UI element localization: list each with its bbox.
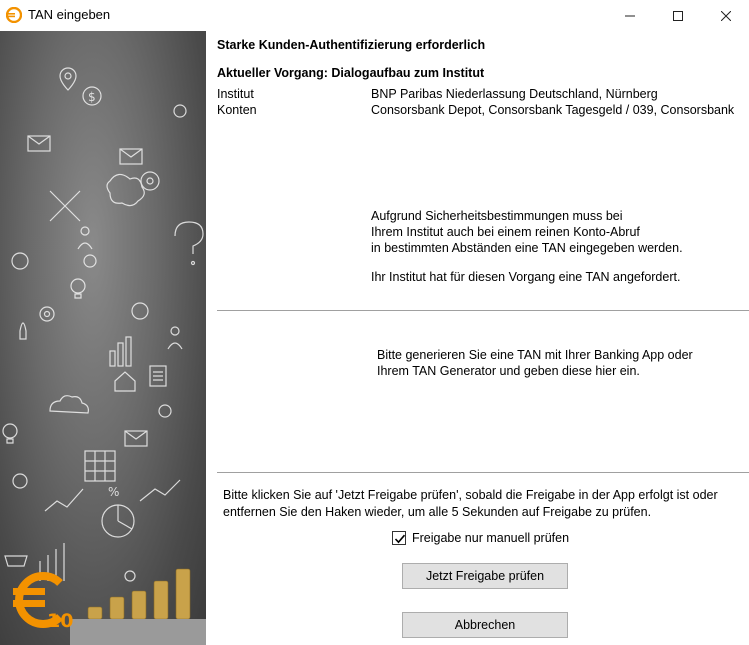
manual-check-row[interactable]: Freigabe nur manuell prüfen — [392, 531, 569, 545]
close-button[interactable] — [703, 0, 749, 31]
window-title: TAN eingeben — [28, 7, 111, 22]
manual-check-checkbox[interactable] — [392, 531, 406, 545]
close-icon — [721, 10, 731, 21]
accounts-label: Konten — [217, 103, 257, 117]
tan-instruction-line-2: Ihrem TAN Generator und geben diese hier… — [377, 364, 640, 378]
minimize-button[interactable] — [607, 0, 653, 31]
logo-number: 10 — [47, 610, 73, 632]
security-info-line-3: in bestimmten Abständen eine TAN eingege… — [371, 241, 683, 255]
app-logo-icon — [6, 7, 22, 23]
checkmark-icon — [394, 534, 406, 544]
cancel-button[interactable]: Abbrechen — [402, 612, 568, 638]
security-info-line-2: Ihrem Institut auch bei einem reinen Kon… — [371, 225, 640, 239]
minimize-icon — [625, 15, 635, 16]
current-process-label: Aktueller Vorgang: Dialogaufbau zum Inst… — [217, 66, 485, 80]
dialog-heading: Starke Kunden-Authentifizierung erforder… — [217, 38, 486, 52]
approval-instruction-line-2: entfernen Sie den Haken wieder, um alle … — [223, 505, 652, 519]
brand-euro-logo: 10 — [13, 572, 73, 632]
accounts-value: Consorsbank Depot, Consorsbank Tagesgeld… — [371, 103, 735, 117]
section-divider-bottom — [217, 472, 749, 474]
maximize-button[interactable] — [655, 0, 701, 31]
approval-instruction-line-1: Bitte klicken Sie auf 'Jetzt Freigabe pr… — [223, 488, 718, 502]
institute-label: Institut — [217, 87, 254, 101]
section-divider-top — [217, 310, 749, 312]
maximize-icon — [673, 10, 683, 21]
tan-dialog-content: Starke Kunden-Authentifizierung erforder… — [206, 31, 749, 645]
tan-requested-text: Ihr Institut hat für diesen Vorgang eine… — [371, 270, 681, 284]
tan-instruction-line-1: Bitte generieren Sie eine TAN mit Ihrer … — [377, 348, 693, 362]
security-info-line-1: Aufgrund Sicherheitsbestimmungen muss be… — [371, 209, 623, 223]
svg-text:%: % — [108, 485, 119, 499]
svg-text:$: $ — [88, 90, 96, 104]
title-bar: TAN eingeben — [0, 0, 749, 31]
manual-check-label[interactable]: Freigabe nur manuell prüfen — [412, 531, 569, 545]
institute-value: BNP Paribas Niederlassung Deutschland, N… — [371, 87, 658, 101]
side-image-panel: $ % 10 — [0, 31, 206, 645]
check-approval-button[interactable]: Jetzt Freigabe prüfen — [402, 563, 568, 589]
finance-doodles-illustration: $ % 10 — [2, 67, 206, 645]
